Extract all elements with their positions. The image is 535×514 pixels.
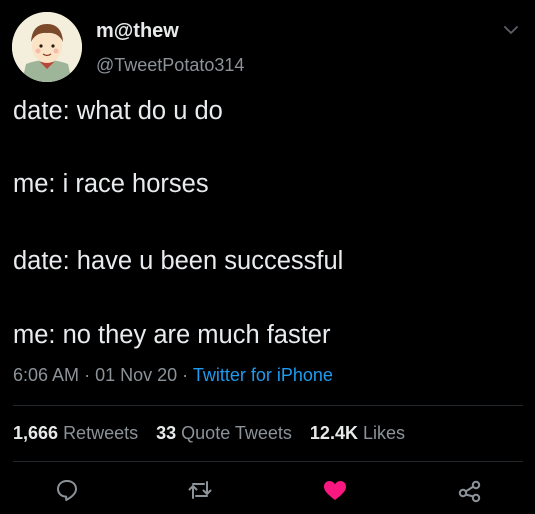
tweet-header: m@thew @TweetPotato314	[12, 12, 523, 82]
retweets-label: Retweets	[63, 423, 139, 443]
tweet-line: me: no they are much faster	[13, 321, 331, 349]
action-bar	[0, 476, 535, 506]
tweet-line: date: have u been successful	[13, 247, 344, 275]
tweet-source-link[interactable]: Twitter for iPhone	[193, 365, 333, 385]
tweet-card: m@thew @TweetPotato314 date: what do u d…	[0, 0, 535, 514]
tweet-date[interactable]: 01 Nov 20	[95, 365, 177, 385]
meta-separator: ·	[84, 365, 91, 385]
user-names: m@thew @TweetPotato314	[96, 18, 244, 78]
likes-count: 12.4K	[309, 423, 358, 443]
share-icon[interactable]	[456, 476, 484, 504]
user-handle[interactable]: @TweetPotato314	[96, 52, 244, 78]
avatar[interactable]	[12, 12, 82, 82]
chevron-down-icon[interactable]	[501, 20, 521, 40]
heart-icon[interactable]	[321, 476, 349, 504]
likes-label: Likes	[362, 423, 406, 443]
retweet-icon[interactable]	[186, 476, 214, 504]
tweet-stats: 1,666 Retweets 33 Quote Tweets 12.4K Lik…	[13, 423, 418, 444]
meta-separator: ·	[182, 365, 189, 385]
quote-tweets-count: 33	[156, 423, 177, 443]
retweets-stat[interactable]: 1,666 Retweets	[13, 423, 138, 443]
retweets-count: 1,666	[13, 423, 59, 443]
display-name[interactable]: m@thew	[96, 18, 244, 44]
tweet-meta: 6:06 AM · 01 Nov 20 · Twitter for iPhone	[13, 365, 333, 386]
tweet-line: me: i race horses	[13, 170, 209, 198]
divider	[13, 405, 523, 406]
likes-stat[interactable]: 12.4K Likes	[310, 423, 405, 443]
tweet-time[interactable]: 6:06 AM	[13, 365, 79, 385]
quote-tweets-stat[interactable]: 33 Quote Tweets	[156, 423, 292, 443]
quote-tweets-label: Quote Tweets	[181, 423, 292, 443]
tweet-line: date: what do u do	[13, 97, 223, 125]
divider	[13, 461, 523, 462]
reply-icon[interactable]	[53, 476, 81, 504]
avatar-illustration	[12, 12, 82, 82]
